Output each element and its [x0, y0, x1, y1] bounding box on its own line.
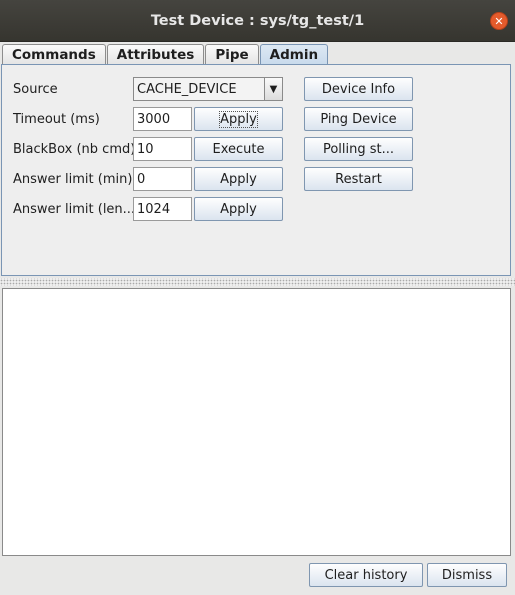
- blackbox-input[interactable]: 10: [133, 137, 192, 161]
- device-info-button[interactable]: Device Info: [304, 77, 413, 101]
- restart-button[interactable]: Restart: [304, 167, 413, 191]
- close-button[interactable]: ✕: [490, 12, 508, 30]
- chevron-down-icon[interactable]: ▼: [264, 78, 282, 100]
- answer-limit-len-input[interactable]: 1024: [133, 197, 192, 221]
- output-area[interactable]: [2, 288, 511, 556]
- window-titlebar: Test Device : sys/tg_test/1 ✕: [0, 0, 515, 42]
- ping-device-button[interactable]: Ping Device: [304, 107, 413, 131]
- window-title: Test Device : sys/tg_test/1: [150, 12, 365, 29]
- close-icon: ✕: [494, 14, 504, 28]
- dismiss-button[interactable]: Dismiss: [427, 563, 507, 587]
- timeout-input[interactable]: 3000: [133, 107, 192, 131]
- tab-bar: Commands Attributes Pipe Admin: [2, 44, 329, 65]
- tab-admin[interactable]: Admin: [259, 44, 329, 65]
- source-value: CACHE_DEVICE: [137, 81, 237, 97]
- admin-panel: Source CACHE_DEVICE ▼ Device Info Timeou…: [1, 64, 511, 276]
- answer-limit-len-apply-button[interactable]: Apply: [194, 197, 283, 221]
- timeout-label: Timeout (ms): [13, 112, 100, 127]
- blackbox-execute-button[interactable]: Execute: [194, 137, 283, 161]
- clear-history-button[interactable]: Clear history: [309, 563, 423, 587]
- tab-pipe[interactable]: Pipe: [205, 44, 259, 65]
- answer-limit-len-label: Answer limit (len...: [13, 202, 136, 217]
- tab-attributes[interactable]: Attributes: [106, 44, 205, 65]
- tab-commands[interactable]: Commands: [2, 44, 106, 65]
- source-label: Source: [13, 82, 58, 97]
- split-pane-divider[interactable]: [0, 278, 515, 286]
- source-dropdown[interactable]: CACHE_DEVICE ▼: [133, 77, 283, 101]
- timeout-apply-label: Apply: [219, 110, 258, 128]
- answer-limit-min-apply-button[interactable]: Apply: [194, 167, 283, 191]
- answer-limit-min-label: Answer limit (min): [13, 172, 133, 187]
- blackbox-label: BlackBox (nb cmd): [13, 142, 136, 157]
- answer-limit-min-input[interactable]: 0: [133, 167, 192, 191]
- polling-status-button[interactable]: Polling st...: [304, 137, 413, 161]
- timeout-apply-button[interactable]: Apply: [194, 107, 283, 131]
